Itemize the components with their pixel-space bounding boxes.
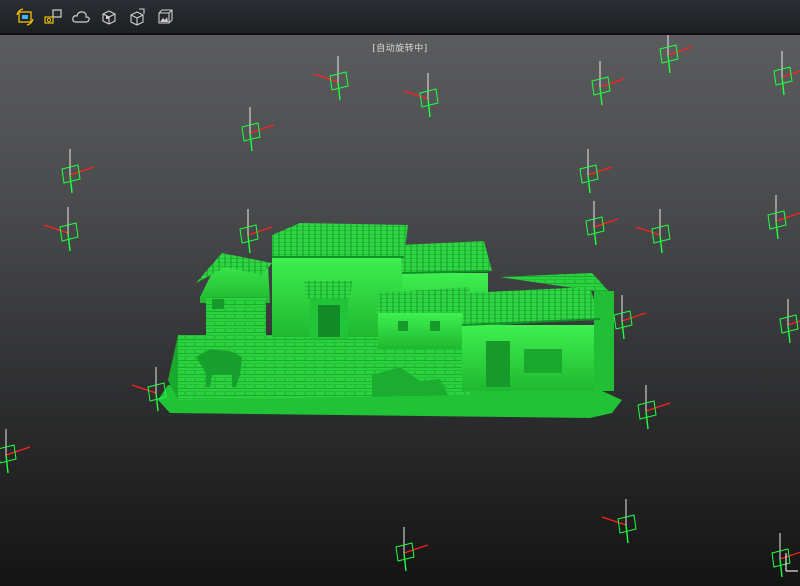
transform-cube-button[interactable] — [126, 6, 148, 28]
camera-marker-icon — [313, 56, 349, 101]
camera-marker-icon — [635, 209, 671, 254]
camera-marker-icon — [659, 35, 693, 74]
camera-marker-icon — [773, 51, 800, 96]
capture-camera-button[interactable] — [42, 6, 64, 28]
camera-marker-icon — [601, 499, 637, 544]
scene-canvas — [0, 35, 800, 578]
3d-viewport[interactable]: [自动旋转中] — [0, 35, 800, 586]
texture-image-tool-icon — [158, 8, 173, 24]
app-window: [自动旋转中] — [0, 0, 800, 586]
capture-camera-tool-icon — [44, 8, 62, 24]
top-toolbar — [0, 0, 800, 34]
view-cube-tool-icon — [102, 9, 116, 25]
cloud-button[interactable] — [70, 6, 92, 28]
cloud-tool-icon — [72, 10, 90, 23]
camera-marker-icon — [239, 209, 273, 254]
camera-marker-icon — [0, 429, 31, 474]
camera-marker-icon — [779, 299, 800, 344]
camera-marker-icon — [43, 207, 79, 252]
camera-marker-icon — [579, 149, 613, 194]
texture-image-button[interactable] — [154, 6, 176, 28]
scanned-house-model[interactable] — [158, 223, 622, 418]
camera-marker-icon — [241, 107, 275, 152]
transform-cube-tool-icon — [130, 7, 145, 26]
camera-marker-icon — [767, 195, 800, 240]
auto-rotate-tool-icon — [16, 7, 34, 26]
camera-marker-icon — [585, 201, 619, 246]
auto-rotate-button[interactable] — [14, 6, 36, 28]
camera-marker-icon — [637, 385, 671, 430]
camera-marker-icon — [591, 61, 625, 106]
orientation-gizmo — [785, 553, 798, 572]
camera-marker-icon — [61, 149, 95, 194]
view-cube-button[interactable] — [98, 6, 120, 28]
camera-marker-icon — [395, 527, 429, 572]
camera-marker-icon — [613, 295, 647, 340]
camera-marker-icon — [131, 367, 167, 412]
camera-marker-icon — [403, 73, 439, 118]
